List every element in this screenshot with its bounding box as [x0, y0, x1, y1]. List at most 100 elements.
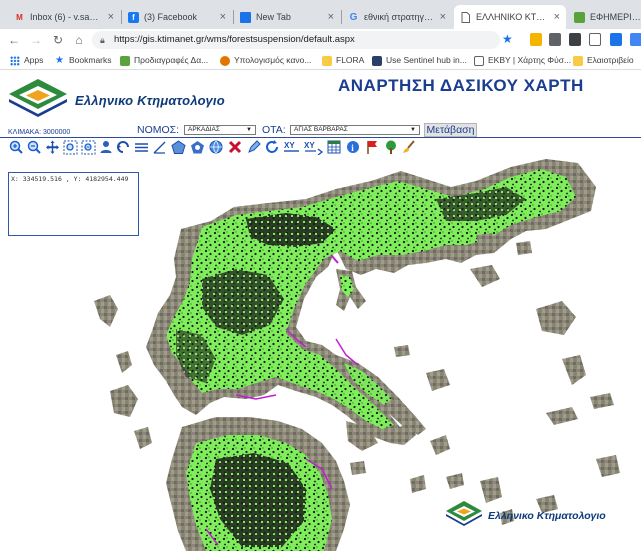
- svg-text:XY: XY: [304, 141, 315, 150]
- grid-icon: [372, 55, 382, 66]
- tab-efimerida[interactable]: ΕΦΗΜΕΡΙΔΑ ΤΗ: [568, 5, 641, 29]
- tab-facebook[interactable]: f (3) Facebook ×: [122, 5, 232, 29]
- tab-title: εθνική στρατηγική: [364, 12, 434, 22]
- zoom-in-icon[interactable]: [8, 139, 24, 155]
- folder-icon: [322, 55, 332, 66]
- tab-google-search[interactable]: G εθνική στρατηγική ×: [342, 5, 452, 29]
- bookmark-apps[interactable]: Apps: [10, 53, 43, 68]
- info-icon[interactable]: i: [345, 139, 361, 155]
- ikaria: [546, 407, 578, 425]
- boundary-trace: [330, 254, 339, 264]
- back-icon[interactable]: [115, 139, 131, 155]
- bookmark-sentinel[interactable]: Use Sentinel hub in...: [372, 53, 467, 68]
- layers-icon[interactable]: [133, 139, 149, 155]
- address-bar: ← → ↻ ⌂ 🔒︎ https://gis.ktimanet.gr/wms/f…: [0, 29, 641, 51]
- brush-icon[interactable]: [401, 139, 417, 155]
- watermark-logo-icon: [446, 501, 482, 526]
- bookmark-star-icon[interactable]: ★: [502, 32, 513, 46]
- home-icon[interactable]: ⌂: [71, 32, 87, 48]
- lesvos: [536, 301, 576, 335]
- page-icon: [460, 11, 471, 23]
- org-name: Ελληνικο Κτηματολογιο: [75, 93, 225, 108]
- bookmark-bookmarks[interactable]: ★ Bookmarks: [55, 53, 112, 68]
- bookmark-flora[interactable]: FLORA: [322, 53, 364, 68]
- zakynthos: [134, 427, 152, 449]
- svg-text:XY: XY: [284, 141, 295, 150]
- flag-icon[interactable]: [364, 139, 380, 155]
- scale-label: ΚΛΙΜΑΚΑ: 3000000: [8, 129, 71, 136]
- samothraki: [516, 241, 532, 255]
- extension-icon[interactable]: [530, 33, 542, 46]
- close-icon[interactable]: ×: [554, 11, 560, 23]
- polygon-icon[interactable]: [170, 139, 186, 155]
- sporades: [394, 345, 410, 357]
- naxos: [480, 477, 502, 503]
- tab-gmail[interactable]: M Inbox (6) - v.samar ×: [8, 5, 120, 29]
- globe-icon: [220, 55, 230, 66]
- close-icon[interactable]: ×: [108, 11, 114, 23]
- aegina: [350, 461, 366, 475]
- chevron-down-icon: ▼: [410, 127, 416, 133]
- tab-newtab[interactable]: New Tab ×: [234, 5, 340, 29]
- reload-icon[interactable]: ↻: [50, 32, 66, 48]
- goto-button[interactable]: Μετάβαση: [424, 123, 477, 137]
- cyclades-1: [446, 473, 464, 489]
- xy-goto-icon[interactable]: XY: [304, 139, 324, 155]
- page-title: ΑΝΑΡΤΗΣΗ ΔΑΣΙΚΟΥ ΧΑΡΤΗ: [338, 76, 584, 95]
- nomos-select[interactable]: ΑΡΚΑΔΙΑΣ ▼: [184, 125, 256, 135]
- forward-arrow-icon[interactable]: →: [28, 32, 44, 48]
- bookmark-ekby[interactable]: ΕΚΒΥ | Χάρτης Φύσ...: [474, 53, 571, 68]
- measure-icon[interactable]: [151, 139, 167, 155]
- pocket-icon[interactable]: [589, 33, 601, 46]
- tree-icon[interactable]: [383, 139, 399, 155]
- edit-icon[interactable]: [246, 139, 262, 155]
- ota-label: ΟΤΑ:: [262, 124, 286, 136]
- bookmark-elaiotriveio[interactable]: Ελαιοτριβείο: [573, 53, 634, 68]
- extension-icon[interactable]: [630, 33, 641, 46]
- tab-title: New Tab: [256, 12, 291, 22]
- tab-strip: M Inbox (6) - v.samar × f (3) Facebook ×…: [0, 0, 641, 29]
- extension-icon[interactable]: [610, 33, 622, 46]
- bookmark-prodiagrafes[interactable]: Προδιαγραφές Δα...: [120, 53, 208, 68]
- extension-icon[interactable]: [549, 33, 561, 46]
- table-icon[interactable]: [326, 139, 342, 155]
- feature-icon[interactable]: [189, 139, 205, 155]
- green-icon: [574, 11, 585, 23]
- zoom-box-icon[interactable]: [62, 139, 78, 155]
- tab-ktimatologio[interactable]: ΕΛΛΗΝΙΚΟ ΚΤΗΜΑ ×: [454, 5, 566, 29]
- extension-icon[interactable]: [569, 33, 581, 46]
- bookmark-label: Apps: [24, 55, 44, 65]
- clear-icon[interactable]: [227, 139, 243, 155]
- ionian-island-1: [116, 351, 132, 373]
- back-arrow-icon[interactable]: ←: [6, 32, 22, 48]
- nomos-label: ΝΟΜΟΣ:: [137, 124, 180, 136]
- url-field[interactable]: 🔒︎ https://gis.ktimanet.gr/wms/forestsus…: [92, 31, 500, 49]
- nomos-value: ΑΡΚΑΔΙΑΣ: [188, 126, 220, 133]
- close-icon[interactable]: ×: [328, 11, 334, 23]
- coordinates-panel: X: 334519.516 , Y: 4182954.449: [8, 172, 139, 236]
- lock-icon: 🔒︎: [100, 35, 105, 45]
- chios: [562, 355, 586, 385]
- page-content: Ελληνικο Κτηματολογιο ΑΝΑΡΤΗΣΗ ΔΑΣΙΚΟΥ Χ…: [0, 71, 641, 551]
- user-icon[interactable]: [98, 139, 114, 155]
- close-icon[interactable]: ×: [440, 11, 446, 23]
- page-icon: [474, 55, 484, 66]
- xy-icon[interactable]: XY: [283, 139, 301, 155]
- facebook-icon: f: [128, 11, 139, 23]
- samos: [590, 393, 614, 409]
- ota-select[interactable]: ΑΓΙΑΣ ΒΑΡΒΑΡΑΣ ▼: [290, 125, 420, 135]
- bookmark-label: Υπολογισμός κανο...: [234, 55, 312, 65]
- watermark-text: Ελληνικο Κτηματολογιο: [488, 510, 606, 522]
- cyclades-2: [410, 475, 426, 493]
- zoom-out-icon[interactable]: [26, 139, 42, 155]
- pan-icon[interactable]: [44, 139, 60, 155]
- header-divider: [0, 137, 641, 138]
- tab-title: ΕΦΗΜΕΡΙΔΑ ΤΗ: [590, 12, 641, 22]
- refresh-icon[interactable]: [264, 139, 280, 155]
- globe-icon[interactable]: [208, 139, 224, 155]
- close-icon[interactable]: ×: [220, 11, 226, 23]
- bookmark-ypologismos[interactable]: Υπολογισμός κανο...: [220, 53, 311, 68]
- gmail-icon: M: [16, 12, 23, 22]
- zoom-extent-icon[interactable]: [80, 139, 96, 155]
- limnos: [470, 265, 500, 287]
